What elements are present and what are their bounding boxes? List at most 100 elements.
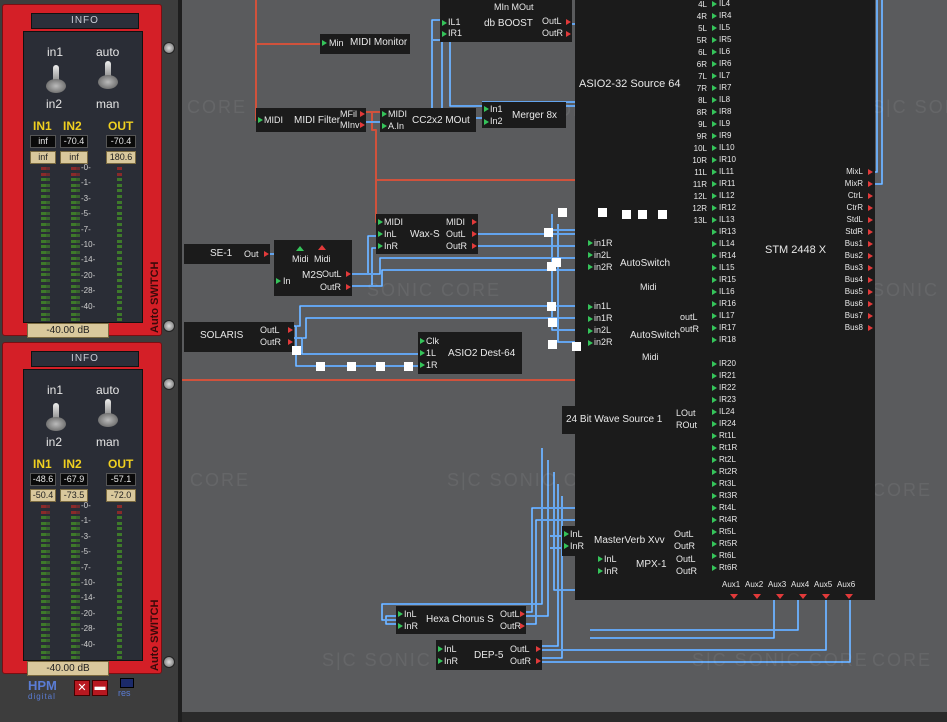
m2s-midi-port[interactable]: Midi: [314, 254, 331, 264]
mixer-output-port[interactable]: Bus1: [845, 239, 863, 248]
mixer-input-port[interactable]: IL12: [719, 191, 735, 200]
autoswitch-midi-port[interactable]: Midi: [642, 352, 659, 362]
port-in-icon[interactable]: [712, 445, 717, 451]
port-in-icon[interactable]: [588, 240, 593, 246]
se1-module[interactable]: SE-1 Out: [184, 244, 270, 264]
autoswitch-2-module[interactable]: in1L in1R in2L in2R AutoSwitch Midi outL outR: [586, 298, 712, 372]
port-in-icon[interactable]: [712, 205, 717, 211]
port-in-icon[interactable]: [398, 611, 403, 617]
mixer-output-port[interactable]: Bus4: [845, 275, 863, 284]
midi-cable[interactable]: [255, 0, 322, 45]
masterverb-out-port[interactable]: OutL: [674, 529, 694, 539]
m2s-out-port[interactable]: OutL: [322, 269, 342, 279]
minimize-icon[interactable]: ▬: [92, 680, 108, 696]
port-in-icon[interactable]: [712, 481, 717, 487]
selection-handle[interactable]: [347, 362, 356, 371]
mixer-input-port[interactable]: IL5: [719, 23, 730, 32]
wax-in-port[interactable]: InL: [384, 229, 397, 239]
port-in-icon[interactable]: [588, 304, 593, 310]
mixer-input-port[interactable]: Rt2R: [719, 467, 737, 476]
port-in-icon[interactable]: [276, 278, 281, 284]
merger-module[interactable]: In1 In2 Merger 8x: [482, 102, 566, 128]
aux-send-port[interactable]: Aux1: [722, 580, 740, 589]
audio-cable[interactable]: [590, 600, 799, 631]
port-in-icon[interactable]: [712, 169, 717, 175]
port-out-icon[interactable]: [520, 611, 525, 617]
port-in-icon[interactable]: [712, 325, 717, 331]
port-in-icon[interactable]: [712, 133, 717, 139]
dep5-out-port[interactable]: OutL: [510, 644, 530, 654]
cc2x2-module[interactable]: MIDI A.In CC2x2 MOut: [380, 108, 476, 132]
port-out-icon[interactable]: [822, 594, 830, 599]
port-in-icon[interactable]: [564, 543, 569, 549]
port-out-icon[interactable]: [868, 265, 873, 271]
selection-handle[interactable]: [548, 340, 557, 349]
mixer-output-port[interactable]: MixR: [845, 179, 863, 188]
port-in-icon[interactable]: [712, 313, 717, 319]
audio-cable[interactable]: [352, 235, 378, 275]
port-in-icon[interactable]: [712, 361, 717, 367]
mixer-input-port[interactable]: Rt6L: [719, 551, 736, 560]
port-out-icon[interactable]: [472, 243, 477, 249]
port-out-icon[interactable]: [868, 289, 873, 295]
mixer-input-port[interactable]: IL6: [719, 47, 730, 56]
merger-in-port[interactable]: In2: [490, 116, 503, 126]
port-in-icon[interactable]: [588, 316, 593, 322]
selection-handle[interactable]: [622, 210, 631, 219]
audio-cable[interactable]: [294, 337, 420, 355]
wax-in-port[interactable]: InR: [384, 241, 398, 251]
port-in-icon[interactable]: [420, 338, 425, 344]
port-in-icon[interactable]: [378, 219, 383, 225]
mixer-input-port[interactable]: IR21: [719, 371, 736, 380]
port-out-icon[interactable]: [753, 594, 761, 599]
hexa-chorus-module[interactable]: InL InR Hexa Chorus S OutL OutR: [396, 606, 526, 634]
audio-cable[interactable]: [294, 325, 420, 367]
mixer-input-port[interactable]: Rt1R: [719, 443, 737, 452]
db-boost-out-port[interactable]: OutR: [542, 28, 563, 38]
selection-handle[interactable]: [544, 228, 553, 237]
midi-monitor-module[interactable]: Min MIDI Monitor: [320, 34, 410, 54]
port-in-icon[interactable]: [598, 556, 603, 562]
midi-cable[interactable]: [366, 111, 380, 223]
autoswitch-in-port[interactable]: in1R: [594, 313, 613, 323]
port-out-icon[interactable]: [360, 111, 365, 117]
wax-out-port[interactable]: MIDI: [446, 217, 465, 227]
audio-cable[interactable]: [542, 600, 827, 651]
mixer-input-port[interactable]: Rt3L: [719, 479, 736, 488]
autoswitch-out-port[interactable]: outR: [680, 324, 699, 334]
port-in-icon[interactable]: [712, 217, 717, 223]
port-in-icon[interactable]: [588, 328, 593, 334]
port-in-icon[interactable]: [712, 13, 717, 19]
port-out-icon[interactable]: [868, 277, 873, 283]
autoswitch-in-port[interactable]: in1L: [594, 301, 611, 311]
db-boost-module[interactable]: MIn MOut IL1 IR1 db BOOST OutL OutR: [440, 0, 572, 42]
port-in-icon[interactable]: [712, 409, 717, 415]
mixer-output-port[interactable]: Bus7: [845, 311, 863, 320]
port-in-icon[interactable]: [564, 531, 569, 537]
hexa-out-port[interactable]: OutL: [500, 609, 520, 619]
port-out-icon[interactable]: [472, 231, 477, 237]
mixer-input-port[interactable]: IR11: [719, 179, 735, 188]
mixer-input-port[interactable]: IL16: [719, 287, 735, 296]
wax-s-module[interactable]: MIDI InL InR Wax-S MIDI OutL OutR: [376, 214, 478, 254]
dep5-in-port[interactable]: InL: [444, 644, 457, 654]
port-in-icon[interactable]: [712, 73, 717, 79]
db-boost-out-port[interactable]: OutL: [542, 16, 562, 26]
audio-cable[interactable]: [542, 600, 827, 651]
port-in-icon[interactable]: [588, 264, 593, 270]
solaris-out-port[interactable]: OutL: [260, 325, 280, 335]
port-in-icon[interactable]: [712, 109, 717, 115]
mode-toggle-switch[interactable]: [97, 399, 119, 427]
wax-out-port[interactable]: OutL: [446, 229, 466, 239]
port-in-icon[interactable]: [712, 541, 717, 547]
asio-dest-in-port[interactable]: 1R: [426, 360, 438, 370]
port-in-icon[interactable]: [382, 123, 387, 129]
selection-handle[interactable]: [658, 210, 667, 219]
port-out-icon[interactable]: [868, 193, 873, 199]
port-in-icon[interactable]: [712, 457, 717, 463]
port-in-icon[interactable]: [378, 243, 383, 249]
port-in-icon[interactable]: [598, 568, 603, 574]
mixer-input-port[interactable]: IR9: [719, 131, 731, 140]
port-out-icon[interactable]: [318, 245, 326, 250]
mixer-input-port[interactable]: Rt5L: [719, 527, 736, 536]
